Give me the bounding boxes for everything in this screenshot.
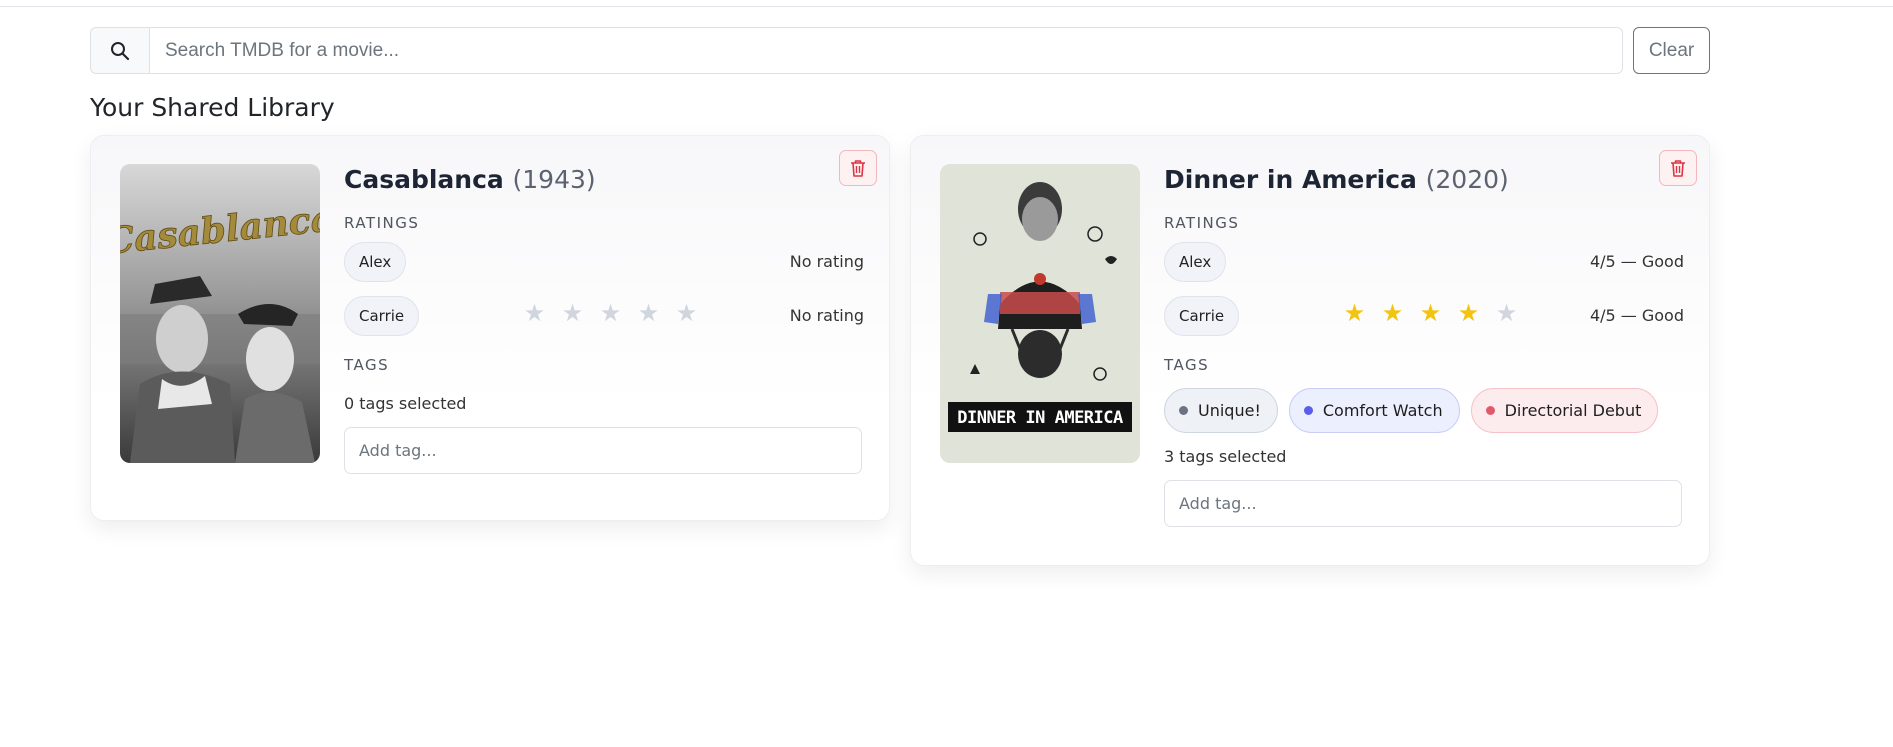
top-divider: [0, 6, 1893, 7]
rater-name-pill: Carrie: [1164, 296, 1240, 336]
tags-count: 0 tags selected: [344, 394, 467, 413]
rater-name-pill: Alex: [1164, 242, 1227, 282]
star-icon[interactable]: ★: [1456, 299, 1481, 329]
tag-label: Directorial Debut: [1504, 401, 1642, 420]
movie-poster: DINNER IN AMERICA: [940, 164, 1140, 463]
rating-row: Alex No rating: [344, 240, 864, 288]
rater-name-pill: Carrie: [344, 296, 420, 336]
add-tag-input[interactable]: [1164, 480, 1682, 527]
movie-title: Dinner in America (2020): [1164, 164, 1684, 196]
movie-year: (2020): [1425, 165, 1509, 194]
star-icon[interactable]: ★: [1380, 299, 1405, 329]
tag-label: Comfort Watch: [1322, 401, 1443, 420]
rating-row: Carrie ★ ★ ★ ★ ★ 4/5 — Good: [1164, 294, 1684, 342]
search-bar: Clear: [90, 27, 1710, 74]
search-icon: [90, 27, 149, 74]
star-icon[interactable]: ★: [598, 299, 623, 329]
star-icon[interactable]: ★: [1342, 299, 1367, 329]
tag-label: Unique!: [1198, 401, 1261, 420]
tags-count: 3 tags selected: [1164, 447, 1287, 466]
tag-chip[interactable]: Comfort Watch: [1288, 388, 1460, 433]
library-title: Your Shared Library: [90, 93, 335, 122]
rating-text: 4/5 — Good: [1589, 306, 1684, 325]
movie-title-text: Casablanca: [344, 165, 504, 194]
tag-color-dot: [1485, 406, 1495, 415]
ratings-label: RATINGS: [1164, 214, 1240, 232]
clear-button[interactable]: Clear: [1633, 27, 1710, 74]
tag-list: Unique! Comfort Watch Directorial Debut: [1164, 388, 1684, 433]
add-tag-input[interactable]: [344, 427, 862, 474]
star-icon[interactable]: ★: [522, 299, 547, 329]
search-input[interactable]: [148, 27, 1624, 74]
rating-text: No rating: [789, 306, 864, 325]
ratings-label: RATINGS: [344, 214, 420, 232]
movie-card: Casablanca Casablanca (1943) RATINGS Ale…: [90, 135, 890, 521]
rater-name-pill: Alex: [344, 242, 407, 282]
rating-text: 4/5 — Good: [1589, 252, 1684, 271]
tags-label: TAGS: [344, 356, 390, 374]
rating-row: Alex 4/5 — Good: [1164, 240, 1684, 288]
movie-title-text: Dinner in America: [1164, 165, 1417, 194]
star-icon[interactable]: ★: [1494, 299, 1519, 329]
star-rating[interactable]: ★ ★ ★ ★ ★: [522, 299, 699, 329]
movie-poster: Casablanca: [120, 164, 320, 463]
rating-text: No rating: [789, 252, 864, 271]
star-icon[interactable]: ★: [636, 299, 661, 329]
star-icon[interactable]: ★: [1418, 299, 1443, 329]
tag-color-dot: [1179, 406, 1188, 415]
movie-year: (1943): [512, 165, 596, 194]
rating-row: Carrie ★ ★ ★ ★ ★ No rating: [344, 294, 864, 342]
poster-title-art: DINNER IN AMERICA: [957, 408, 1123, 428]
movie-card: DINNER IN AMERICA Dinner in America (202…: [910, 135, 1710, 566]
tags-label: TAGS: [1164, 356, 1210, 374]
star-rating[interactable]: ★ ★ ★ ★ ★: [1342, 299, 1519, 329]
star-icon[interactable]: ★: [560, 299, 585, 329]
tag-color-dot: [1303, 406, 1313, 415]
star-icon[interactable]: ★: [674, 299, 699, 329]
movie-title: Casablanca (1943): [344, 164, 864, 196]
tag-chip[interactable]: Unique!: [1164, 388, 1278, 433]
tag-chip[interactable]: Directorial Debut: [1470, 388, 1659, 433]
